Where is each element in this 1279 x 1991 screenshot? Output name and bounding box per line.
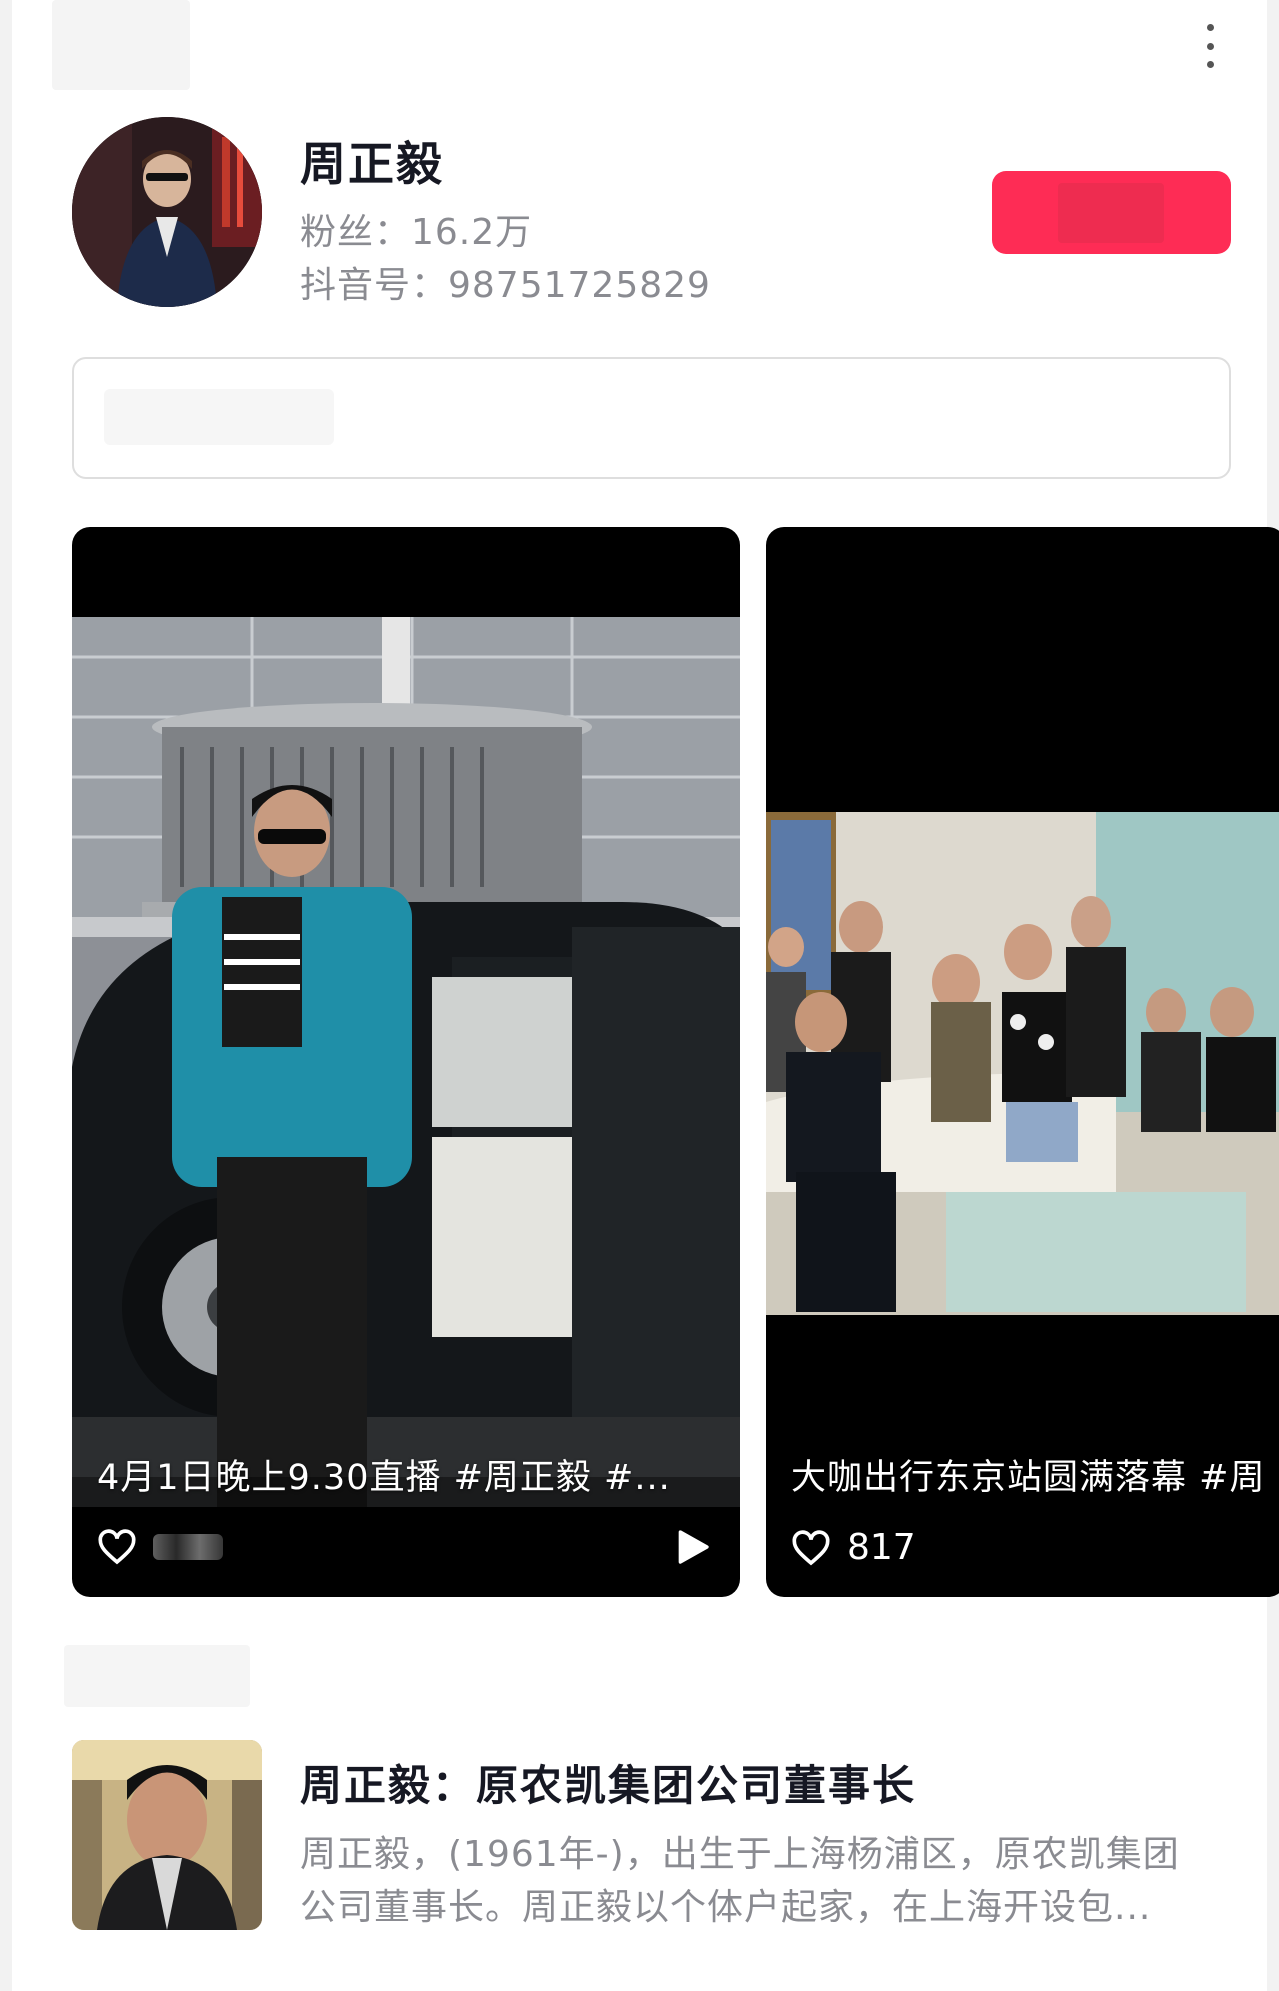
douyin-id: 抖音号：98751725829 [300, 265, 711, 306]
video-thumbnail [766, 812, 1279, 1315]
blurred-like-count [153, 1534, 223, 1560]
blurred-header-area [52, 0, 190, 90]
video-card[interactable]: 4月1日晚上9.30直播 #周正毅 #... [72, 527, 740, 1597]
heart-icon[interactable] [791, 1528, 831, 1568]
play-icon[interactable] [672, 1527, 712, 1567]
video-caption: 4月1日晚上9.30直播 #周正毅 #... [97, 1458, 671, 1498]
avatar[interactable] [72, 117, 262, 307]
video-card[interactable]: 大咖出行东京站圆满落幕 #周 817 [766, 527, 1279, 1597]
article-title[interactable]: 周正毅：原农凯集团公司董事长 [300, 1752, 916, 1813]
blurred-button-label [1058, 183, 1164, 243]
profile-name: 周正毅 [300, 137, 444, 191]
like-count: 817 [847, 1527, 916, 1568]
article-summary-line2: 公司董事长。周正毅以个体户起家，在上海开设包... [300, 1887, 1152, 1928]
profile-card: 周正毅 粉丝：16.2万 抖音号：98751725829 4月1日晚上9.30直… [12, 0, 1279, 1991]
like-row[interactable]: 817 [791, 1527, 916, 1568]
heart-icon[interactable] [97, 1527, 137, 1567]
blurred-section-title [64, 1645, 250, 1707]
follow-button[interactable] [992, 171, 1231, 254]
more-options-icon[interactable] [1198, 24, 1222, 68]
search-input[interactable] [72, 357, 1231, 479]
video-caption: 大咖出行东京站圆满落幕 #周 [791, 1458, 1266, 1498]
like-row[interactable] [97, 1527, 223, 1567]
blurred-search-text [104, 389, 334, 445]
video-thumbnail [72, 617, 740, 1507]
article-summary-line1: 周正毅，(1961年-)，出生于上海杨浦区，原农凯集团 [300, 1834, 1180, 1875]
article-thumbnail[interactable] [72, 1740, 262, 1930]
fans-count: 粉丝：16.2万 [300, 212, 533, 253]
